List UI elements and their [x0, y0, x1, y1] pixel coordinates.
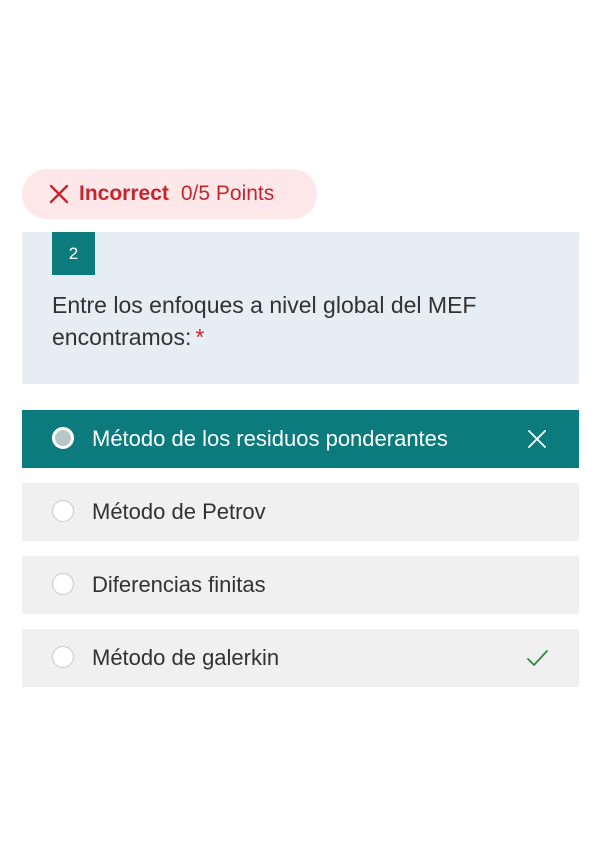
radio-icon[interactable] [52, 573, 74, 595]
option-label: Diferencias finitas [92, 572, 266, 597]
option-label: Método de los residuos ponderantes [92, 426, 448, 451]
required-marker: * [195, 324, 205, 350]
option-label: Método de Petrov [92, 499, 266, 524]
incorrect-x-icon [48, 183, 70, 205]
result-points: 0/5 Points [180, 182, 275, 205]
answer-option-4[interactable]: Método de galerkin [22, 629, 579, 687]
radio-icon[interactable] [52, 646, 74, 668]
result-status: Incorrect [79, 182, 169, 205]
result-badge: Incorrect 0/5 Points [22, 169, 317, 219]
option-label: Método de galerkin [92, 645, 280, 670]
radio-icon[interactable] [52, 500, 74, 522]
radio-selected-icon[interactable] [52, 427, 74, 449]
question-text-body: Entre los enfoques a nivel global del ME… [52, 292, 477, 350]
question-card: 2 Entre los enfoques a nivel global del … [22, 232, 579, 384]
answer-option-2[interactable]: Método de Petrov [22, 483, 579, 541]
x-icon [525, 427, 549, 451]
answer-option-3[interactable]: Diferencias finitas [22, 556, 579, 614]
question-text: Entre los enfoques a nivel global del ME… [52, 289, 552, 353]
question-number: 2 [52, 232, 95, 275]
check-icon [525, 646, 549, 670]
answer-option-1[interactable]: Método de los residuos ponderantes [22, 410, 579, 468]
quiz-result-page: Incorrect 0/5 Points 2 Entre los enfoque… [0, 0, 599, 848]
